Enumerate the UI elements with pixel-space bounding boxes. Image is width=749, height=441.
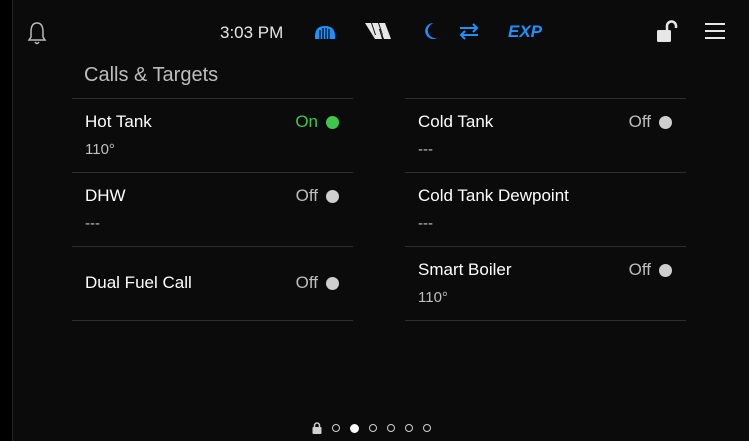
card-value: --- [418,141,433,158]
page-dot[interactable] [423,424,431,432]
status-dot-icon [659,263,672,277]
exchange-arrows-icon [459,23,479,40]
card-label: Hot Tank [85,112,152,131]
card-hot-tank[interactable]: Hot Tank 110° On [72,98,353,172]
status-text: Off [628,260,651,279]
status-dot-icon [326,276,339,290]
clock-time: 3:03 PM [220,23,284,42]
status-indicator: Off [296,273,339,293]
page-indicator [312,422,431,434]
section-title: Calls & Targets [84,64,219,86]
card-label: Cold Tank Dewpoint [418,186,569,205]
right-column: Cold Tank --- Off Cold Tank Dewpoint ---… [405,98,686,321]
w-logo-icon [365,23,391,39]
status-text: On [295,112,318,131]
page-dot[interactable] [405,424,413,432]
page-dot[interactable] [369,424,377,432]
card-cold-tank-dewpoint[interactable]: Cold Tank Dewpoint --- [405,172,686,246]
status-indicator: Off [296,186,339,206]
status-indicator: Off [629,112,672,132]
card-label: Dual Fuel Call [85,273,192,292]
card-dual-fuel-call[interactable]: Dual Fuel Call Off [72,246,353,321]
status-indicator: Off [629,260,672,280]
bell-icon[interactable] [26,20,48,46]
page-dot-active[interactable] [350,423,359,433]
heater-icon [315,26,335,39]
menu-icon[interactable] [705,22,725,40]
status-text: Off [295,273,318,292]
card-value: --- [85,215,100,232]
page-dot[interactable] [332,424,340,432]
lock-icon[interactable] [312,422,322,434]
status-indicator: On [295,112,339,132]
page-dot[interactable] [387,424,395,432]
status-dot-icon [326,189,339,203]
status-text: Off [295,186,318,205]
status-dot-icon [326,115,339,129]
card-label: DHW [85,186,126,205]
status-bar: 3:03 PM EXP [0,0,749,60]
card-label: Smart Boiler [418,260,512,279]
status-dot-icon [659,115,672,129]
card-value: 110° [85,141,115,158]
left-column: Hot Tank 110° On DHW --- Off Dual Fuel C… [72,98,353,321]
lock-open-icon[interactable] [655,20,679,44]
card-label: Cold Tank [418,112,494,131]
card-value: --- [418,215,433,232]
exp-label: EXP [508,22,543,41]
status-text: Off [628,112,651,131]
moon-icon [425,22,437,39]
card-smart-boiler[interactable]: Smart Boiler 110° Off [405,246,686,321]
card-dhw[interactable]: DHW --- Off [72,172,353,246]
card-cold-tank[interactable]: Cold Tank --- Off [405,98,686,172]
card-value: 110° [418,289,448,306]
